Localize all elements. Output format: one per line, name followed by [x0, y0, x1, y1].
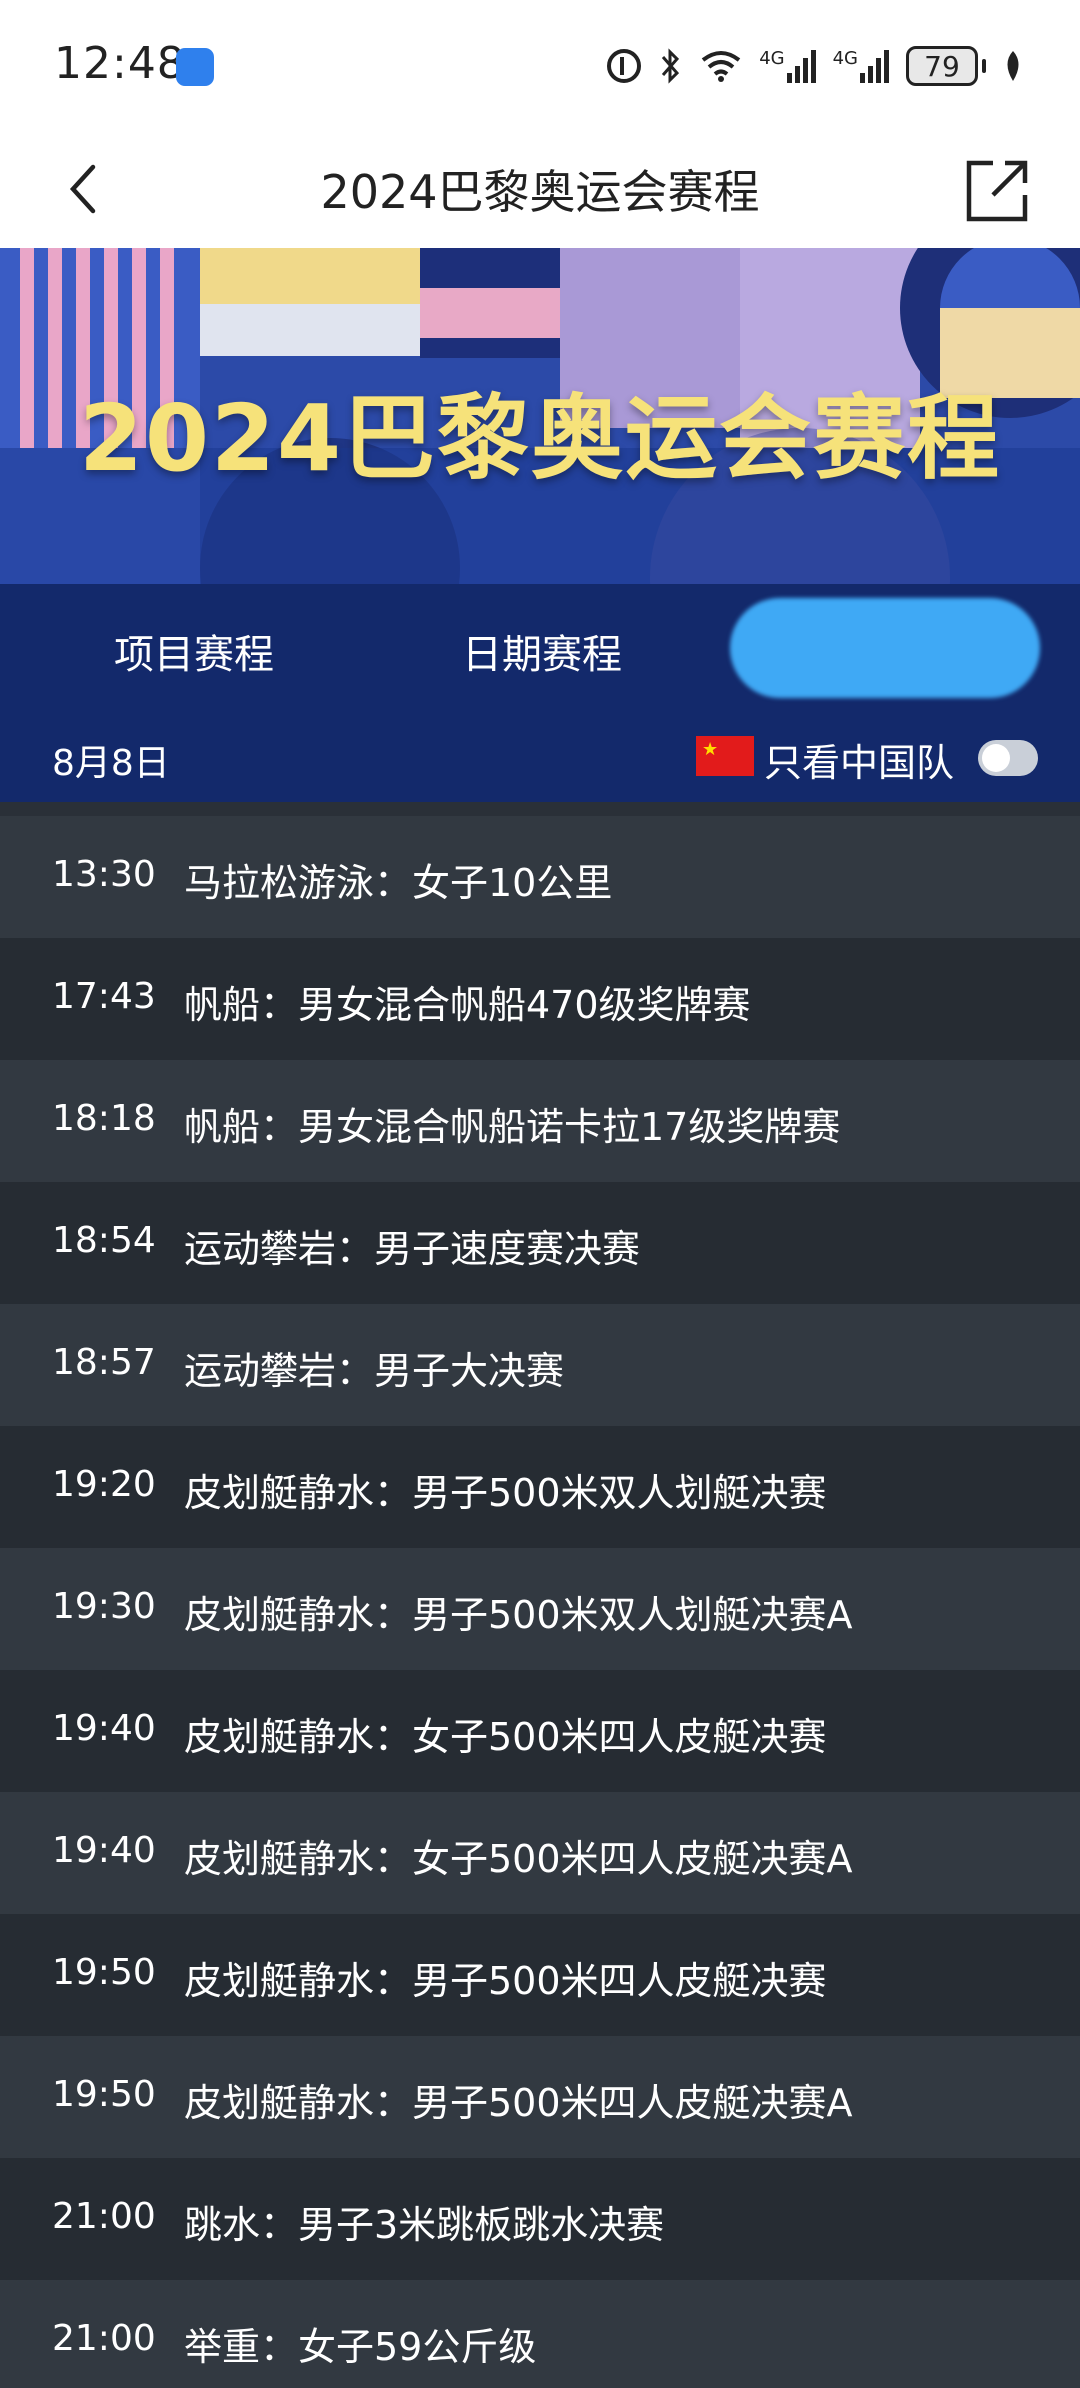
- status-icons: 4G 4G 79: [605, 42, 1024, 90]
- schedule-row[interactable]: 19:50 皮划艇静水：男子500米四人皮艇决赛: [0, 1914, 1080, 2036]
- date-label: 8月8日: [52, 743, 170, 784]
- schedule-list: 13:30 马拉松游泳：女子10公里 17:43 帆船：男女混合帆船470级奖牌赛 18…: [0, 816, 1080, 2388]
- schedule-time: 19:20: [52, 1464, 156, 1505]
- banner: 2024巴黎奥运会赛程: [0, 248, 1080, 584]
- battery-level: 79: [906, 46, 978, 86]
- schedule-time: 19:30: [52, 1586, 156, 1627]
- china-only-label: 只看中国队: [764, 741, 955, 785]
- schedule-time: 19:50: [52, 2074, 156, 2115]
- leaf-icon: [1002, 49, 1024, 83]
- schedule-row[interactable]: 21:00 举重：女子59公斤级: [0, 2280, 1080, 2388]
- share-button[interactable]: [960, 152, 1036, 228]
- schedule-time: 13:30: [52, 854, 156, 895]
- schedule-event: 皮划艇静水：男子500米双人划艇决赛A: [184, 1593, 853, 1637]
- tab-bar: 项目赛程 日期赛程: [0, 584, 1080, 716]
- schedule-row[interactable]: 18:18 帆船：男女混合帆船诺卡拉17级奖牌赛: [0, 1060, 1080, 1182]
- back-button[interactable]: [48, 154, 118, 224]
- schedule-time: 17:43: [52, 976, 156, 1017]
- schedule-row[interactable]: 19:30 皮划艇静水：男子500米双人划艇决赛A: [0, 1548, 1080, 1670]
- schedule-time: 18:54: [52, 1220, 156, 1261]
- schedule-row[interactable]: 18:54 运动攀岩：男子速度赛决赛: [0, 1182, 1080, 1304]
- schedule-event: 皮划艇静水：男子500米双人划艇决赛: [184, 1471, 827, 1515]
- hd-call-icon: [605, 47, 643, 85]
- share-icon: [966, 160, 1028, 222]
- schedule-row[interactable]: 19:50 皮划艇静水：男子500米四人皮艇决赛A: [0, 2036, 1080, 2158]
- tab-by-event[interactable]: 项目赛程: [114, 622, 274, 680]
- china-flag-icon: ★: [696, 736, 754, 776]
- wifi-icon: [699, 48, 743, 84]
- schedule-event: 皮划艇静水：男子500米四人皮艇决赛: [184, 1959, 827, 2003]
- schedule-time: 18:18: [52, 1098, 156, 1139]
- china-only-toggle[interactable]: [978, 740, 1038, 776]
- signal-icon-1: 4G: [759, 48, 816, 83]
- schedule-row[interactable]: 19:40 皮划艇静水：女子500米四人皮艇决赛: [0, 1670, 1080, 1792]
- schedule-event: 马拉松游泳：女子10公里: [184, 861, 613, 905]
- tab-by-date[interactable]: 日期赛程: [462, 622, 622, 680]
- bluetooth-icon: [659, 47, 683, 85]
- schedule-event: 帆船：男女混合帆船诺卡拉17级奖牌赛: [184, 1105, 841, 1149]
- schedule-time: 18:57: [52, 1342, 156, 1383]
- schedule-event: 帆船：男女混合帆船470级奖牌赛: [184, 983, 751, 1027]
- schedule-row[interactable]: 19:40 皮划艇静水：女子500米四人皮艇决赛A: [0, 1792, 1080, 1914]
- chevron-left-icon: [69, 164, 96, 214]
- schedule-event: 运动攀岩：男子速度赛决赛: [184, 1227, 641, 1271]
- app-notification-icon: [176, 48, 214, 86]
- schedule-event: 举重：女子59公斤级: [184, 2325, 537, 2369]
- schedule-time: 19:40: [52, 1830, 156, 1871]
- schedule-event: 运动攀岩：男子大决赛: [184, 1349, 565, 1393]
- status-time: 12:48: [54, 38, 186, 89]
- filter-row: 8月8日 ★ 只看中国队: [0, 716, 1080, 802]
- schedule-time: 19:40: [52, 1708, 156, 1749]
- schedule-row[interactable]: 17:43 帆船：男女混合帆船470级奖牌赛: [0, 938, 1080, 1060]
- schedule-row[interactable]: 19:20 皮划艇静水：男子500米双人划艇决赛: [0, 1426, 1080, 1548]
- signal-icon-2: 4G: [833, 48, 890, 83]
- schedule-event: 皮划艇静水：女子500米四人皮艇决赛: [184, 1715, 827, 1759]
- schedule-time: 21:00: [52, 2196, 156, 2237]
- tab-selected[interactable]: [730, 598, 1040, 698]
- schedule-row[interactable]: 21:00 跳水：男子3米跳板跳水决赛: [0, 2158, 1080, 2280]
- schedule-event: 跳水：男子3米跳板跳水决赛: [184, 2203, 665, 2247]
- banner-title: 2024巴黎奥运会赛程: [78, 385, 1002, 492]
- schedule-event: 皮划艇静水：男子500米四人皮艇决赛A: [184, 2081, 853, 2125]
- schedule-row[interactable]: 18:57 运动攀岩：男子大决赛: [0, 1304, 1080, 1426]
- status-bar: 12:48 4G 4G 79: [0, 0, 1080, 132]
- schedule-time: 21:00: [52, 2318, 156, 2359]
- schedule-time: 19:50: [52, 1952, 156, 1993]
- schedule-row[interactable]: 13:30 马拉松游泳：女子10公里: [0, 816, 1080, 938]
- schedule-event: 皮划艇静水：女子500米四人皮艇决赛A: [184, 1837, 853, 1881]
- battery-icon: 79: [906, 46, 986, 86]
- nav-bar: 2024巴黎奥运会赛程: [0, 132, 1080, 248]
- page-title: 2024巴黎奥运会赛程: [320, 165, 760, 219]
